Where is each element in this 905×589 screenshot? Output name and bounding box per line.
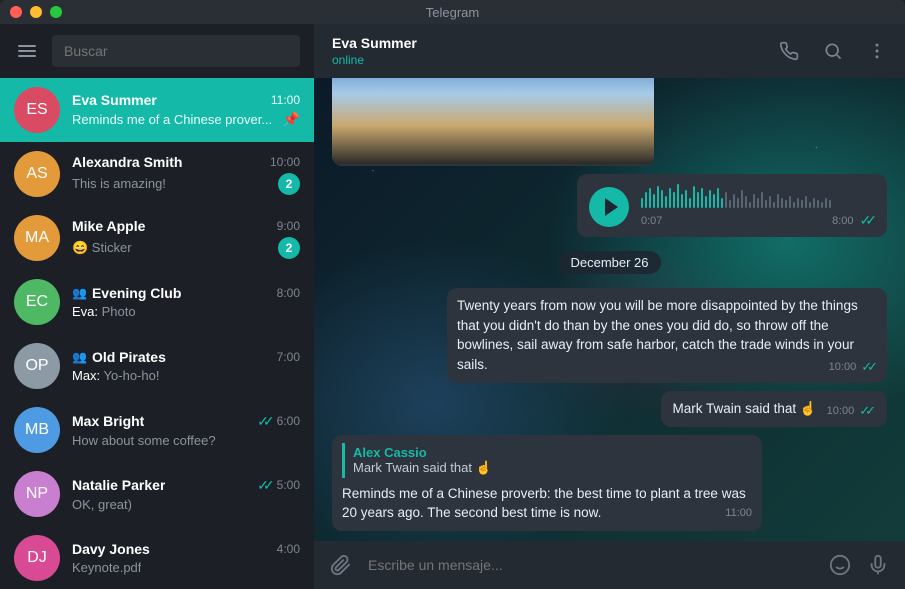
message-time: 11:00 — [725, 507, 752, 519]
chat-name: 👥Old Pirates — [72, 349, 166, 365]
conversation-header: Eva Summer online — [314, 24, 905, 78]
reply-preview[interactable]: Alex Cassio Mark Twain said that ☝️ — [342, 443, 752, 478]
voice-elapsed: 0:07 — [641, 215, 662, 227]
chat-name: Davy Jones — [72, 541, 150, 557]
chat-list-item[interactable]: OP 👥Old Pirates 7:00 Max: Yo-ho-ho! — [0, 334, 314, 398]
group-icon: 👥 — [72, 286, 87, 300]
play-button[interactable] — [589, 187, 629, 227]
message-composer — [314, 541, 905, 589]
message-input[interactable] — [368, 557, 813, 573]
chat-preview: Eva: Photo — [72, 304, 136, 319]
chat-list-item[interactable]: ES Eva Summer 11:00 Reminds me of a Chinese… — [0, 78, 314, 142]
waveform[interactable] — [641, 184, 875, 208]
conversation-info[interactable]: Eva Summer online — [332, 35, 779, 67]
attach-icon[interactable] — [330, 554, 352, 576]
chat-list: ES Eva Summer 11:00 Reminds me of a Chinese… — [0, 78, 314, 589]
chat-time: ✓✓5:00 — [257, 477, 300, 494]
group-icon: 👥 — [72, 350, 87, 364]
chat-time: 9:00 — [277, 219, 300, 233]
call-icon[interactable] — [779, 41, 799, 61]
read-ticks-icon: ✓✓ — [861, 359, 873, 375]
chat-list-item[interactable]: MB Max Bright ✓✓6:00 How about some coffee? — [0, 398, 314, 462]
avatar: OP — [14, 343, 60, 389]
chat-time: 11:00 — [271, 93, 300, 107]
window-title: Telegram — [0, 5, 905, 20]
image-message[interactable]: Nearly missed this sunrise 7:00 — [332, 78, 654, 166]
chat-name: Alexandra Smith — [72, 154, 182, 170]
read-ticks-icon: ✓✓ — [860, 212, 871, 229]
chat-preview: How about some coffee? — [72, 433, 216, 448]
avatar: ES — [14, 87, 60, 133]
read-ticks-icon: ✓✓ — [257, 413, 268, 430]
conversation-title: Eva Summer — [332, 35, 779, 51]
sidebar-header — [0, 24, 314, 78]
sidebar: ES Eva Summer 11:00 Reminds me of a Chinese… — [0, 24, 314, 589]
search-icon[interactable] — [823, 41, 843, 61]
chat-time: 7:00 — [277, 350, 300, 364]
chat-time: 8:00 — [277, 286, 300, 300]
chat-preview: Max: Yo-ho-ho! — [72, 368, 159, 383]
chat-preview: 😄 Sticker — [72, 240, 132, 256]
message-text: Twenty years from now you will be more d… — [457, 298, 858, 372]
voice-message[interactable]: 0:07 8:00 ✓✓ — [577, 174, 887, 237]
avatar: MA — [14, 215, 60, 261]
incoming-reply-message[interactable]: Alex Cassio Mark Twain said that ☝️ Remi… — [332, 435, 762, 531]
chat-list-item[interactable]: EC 👥Evening Club 8:00 Eva: Photo — [0, 270, 314, 334]
chat-list-item[interactable]: AS Alexandra Smith 10:00 This is amazing! 2 — [0, 142, 314, 206]
avatar: MB — [14, 407, 60, 453]
pinned-icon: 📌 — [283, 111, 300, 128]
search-field[interactable] — [52, 35, 300, 67]
chat-name: Mike Apple — [72, 218, 145, 234]
unread-badge: 2 — [278, 237, 300, 259]
chat-time: 4:00 — [277, 542, 300, 556]
chat-list-item[interactable]: DJ Davy Jones 4:00 Keynote.pdf — [0, 526, 314, 589]
microphone-icon[interactable] — [867, 554, 889, 576]
avatar: NP — [14, 471, 60, 517]
chat-time: ✓✓6:00 — [257, 413, 300, 430]
read-ticks-icon: ✓✓ — [257, 477, 268, 494]
avatar: DJ — [14, 535, 60, 581]
play-icon — [605, 198, 618, 216]
chat-list-item[interactable]: MA Mike Apple 9:00 😄 Sticker 2 — [0, 206, 314, 270]
unread-badge: 2 — [278, 173, 300, 195]
chat-name: Natalie Parker — [72, 477, 165, 493]
chat-preview: This is amazing! — [72, 176, 166, 191]
menu-button[interactable] — [14, 41, 40, 61]
more-icon[interactable] — [867, 41, 887, 61]
emoji-icon[interactable] — [829, 554, 851, 576]
chat-name: 👥Evening Club — [72, 285, 181, 301]
messages-area[interactable]: Nearly missed this sunrise 7:00 0:07 8:0… — [314, 78, 905, 541]
message-time: 10:00 — [827, 405, 855, 417]
outgoing-message[interactable]: Twenty years from now you will be more d… — [447, 288, 887, 383]
avatar: AS — [14, 151, 60, 197]
voice-duration: 8:00 — [832, 215, 853, 227]
read-ticks-icon: ✓✓ — [859, 403, 871, 419]
message-time: 10:00 — [829, 361, 857, 373]
sunrise-photo[interactable] — [332, 78, 654, 164]
chat-name: Eva Summer — [72, 92, 157, 108]
conversation-actions — [779, 41, 887, 61]
conversation-status: online — [332, 53, 779, 67]
avatar: EC — [14, 279, 60, 325]
chat-time: 10:00 — [270, 155, 300, 169]
chat-preview: Reminds me of a Chinese prover... — [72, 112, 272, 127]
chat-preview: Keynote.pdf — [72, 560, 141, 575]
reply-text: Mark Twain said that ☝️ — [353, 460, 744, 476]
reply-author: Alex Cassio — [353, 445, 744, 460]
conversation-panel: Eva Summer online — [314, 24, 905, 589]
outgoing-message[interactable]: Mark Twain said that ☝️ 10:00 ✓✓ — [661, 391, 887, 427]
date-separator: December 26 — [558, 251, 660, 274]
window-titlebar: Telegram — [0, 0, 905, 24]
search-input[interactable] — [64, 43, 288, 59]
chat-preview: OK, great) — [72, 497, 132, 512]
chat-list-item[interactable]: NP Natalie Parker ✓✓5:00 OK, great) — [0, 462, 314, 526]
message-text: Mark Twain said that ☝️ — [673, 401, 817, 416]
message-text: Reminds me of a Chinese proverb: the bes… — [342, 486, 746, 521]
chat-name: Max Bright — [72, 413, 144, 429]
